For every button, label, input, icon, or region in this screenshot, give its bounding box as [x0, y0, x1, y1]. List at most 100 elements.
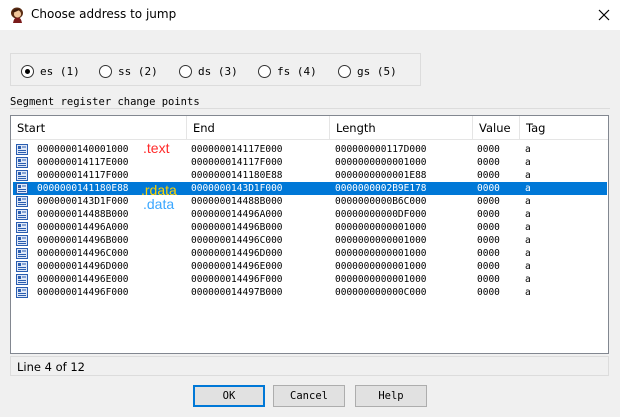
radio-ss[interactable]: ss (2): [99, 63, 158, 79]
column-header-end[interactable]: End: [187, 116, 330, 140]
segment-row-icon: [16, 170, 28, 181]
cell-end: 000000014497B000: [191, 287, 283, 298]
table-row[interactable]: 0000000140001000 000000014117E000 00000000…: [13, 143, 607, 156]
cell-length: 0000000000001000: [335, 222, 427, 233]
radio-es-label: es (1): [40, 64, 80, 78]
cell-start: 0000000143D1F000: [37, 196, 129, 207]
segment-row-icon: [16, 196, 28, 207]
list-header: Start End Length Value Tag: [11, 116, 608, 140]
table-row[interactable]: 000000014117F000 0000000141180E88 00000000…: [13, 169, 607, 182]
radio-ss-label: ss (2): [118, 64, 158, 78]
cell-value: 0000: [477, 183, 500, 194]
title-bar: Choose address to jump: [0, 0, 620, 30]
cell-end: 000000014496B000: [191, 222, 283, 233]
cell-tag: a: [525, 144, 531, 155]
cell-start: 000000014496A000: [37, 222, 129, 233]
cell-tag: a: [525, 183, 531, 194]
cell-end: 000000014117E000: [191, 144, 283, 155]
cell-start: 000000014496D000: [37, 261, 129, 272]
segment-row-icon: [16, 287, 28, 298]
column-header-tag[interactable]: Tag: [520, 116, 608, 140]
status-bar: Line 4 of 12: [10, 356, 609, 376]
cell-length: 0000000000001000: [335, 248, 427, 259]
segment-list[interactable]: Start End Length Value Tag 0000000140001…: [10, 115, 609, 354]
cell-tag: a: [525, 209, 531, 220]
cell-end: 0000000141180E88: [191, 170, 283, 181]
cell-end: 000000014496F000: [191, 274, 283, 285]
column-header-start[interactable]: Start: [11, 116, 187, 140]
table-row[interactable]: 0000000141180E88 0000000143D1F000 00000000…: [13, 182, 607, 195]
cell-value: 0000: [477, 209, 500, 220]
cell-length: 0000000002B9E178: [335, 183, 427, 194]
cell-start: 0000000140001000: [37, 144, 129, 155]
help-button[interactable]: Help: [355, 385, 427, 407]
cell-start: 000000014488B000: [37, 209, 129, 220]
segment-row-icon: [16, 222, 28, 233]
radio-es-circle[interactable]: [21, 64, 34, 78]
cell-value: 0000: [477, 274, 500, 285]
cell-length: 00000000000DF000: [335, 209, 427, 220]
cell-tag: a: [525, 235, 531, 246]
table-row[interactable]: 000000014496C000 000000014496D000 00000000…: [13, 247, 607, 260]
table-row[interactable]: 000000014488B000 000000014496A000 00000000…: [13, 208, 607, 221]
cell-end: 000000014117F000: [191, 157, 283, 168]
cell-value: 0000: [477, 170, 500, 181]
group-divider: [10, 108, 610, 109]
segment-row-icon: [16, 261, 28, 272]
close-icon: [598, 9, 610, 21]
cell-tag: a: [525, 196, 531, 207]
window-title: Choose address to jump: [31, 7, 177, 21]
cell-length: 0000000000001000: [335, 157, 427, 168]
segment-row-icon: [16, 209, 28, 220]
segment-row-icon: [16, 157, 28, 168]
cell-start: 000000014496B000: [37, 235, 129, 246]
close-button[interactable]: [592, 3, 616, 27]
segment-row-icon: [16, 248, 28, 259]
cell-value: 0000: [477, 235, 500, 246]
radio-gs-label: gs (5): [357, 64, 397, 78]
cell-tag: a: [525, 274, 531, 285]
radio-fs-circle[interactable]: [258, 64, 271, 78]
radio-gs-circle[interactable]: [338, 64, 351, 78]
cell-end: 000000014496D000: [191, 248, 283, 259]
table-row[interactable]: 000000014496F000 000000014497B000 00000000…: [13, 286, 607, 299]
table-row[interactable]: 0000000143D1F000 000000014488B000 00000000…: [13, 195, 607, 208]
cell-end: 0000000143D1F000: [191, 183, 283, 194]
cell-end: 000000014496C000: [191, 235, 283, 246]
radio-ds-circle[interactable]: [179, 64, 192, 78]
annotation-data: .data: [143, 196, 175, 212]
radio-es[interactable]: es (1): [21, 63, 80, 79]
annotation-text: .text: [143, 140, 170, 156]
table-row[interactable]: 000000014496E000 000000014496F000 00000000…: [13, 273, 607, 286]
radio-fs[interactable]: fs (4): [258, 63, 317, 79]
table-row[interactable]: 000000014496B000 000000014496C000 00000000…: [13, 234, 607, 247]
table-row[interactable]: 000000014496D000 000000014496E000 00000000…: [13, 260, 607, 273]
app-logo-icon: [11, 7, 23, 23]
radio-ds[interactable]: ds (3): [179, 63, 238, 79]
column-header-value[interactable]: Value: [473, 116, 520, 140]
cell-start: 000000014117E000: [37, 157, 129, 168]
cell-start: 000000014117F000: [37, 170, 129, 181]
cell-value: 0000: [477, 157, 500, 168]
cell-start: 000000014496E000: [37, 274, 129, 285]
segment-row-icon: [16, 144, 28, 155]
radio-gs[interactable]: gs (5): [338, 63, 397, 79]
cancel-button[interactable]: Cancel: [273, 385, 345, 407]
cell-tag: a: [525, 248, 531, 259]
cell-length: 0000000000001000: [335, 235, 427, 246]
radio-ss-circle[interactable]: [99, 64, 112, 78]
cell-value: 0000: [477, 222, 500, 233]
cell-tag: a: [525, 170, 531, 181]
cell-length: 0000000000001000: [335, 261, 427, 272]
table-row[interactable]: 000000014117E000 000000014117F000 00000000…: [13, 156, 607, 169]
column-header-length[interactable]: Length: [330, 116, 473, 140]
annotation-rdata: .rdata: [141, 182, 177, 198]
cell-start: 000000014496F000: [37, 287, 129, 298]
table-row[interactable]: 000000014496A000 000000014496B000 00000000…: [13, 221, 607, 234]
status-text: Line 4 of 12: [17, 360, 85, 374]
cell-tag: a: [525, 261, 531, 272]
cell-length: 0000000000001E88: [335, 170, 427, 181]
cell-value: 0000: [477, 196, 500, 207]
cell-value: 0000: [477, 144, 500, 155]
ok-button[interactable]: OK: [193, 385, 265, 407]
